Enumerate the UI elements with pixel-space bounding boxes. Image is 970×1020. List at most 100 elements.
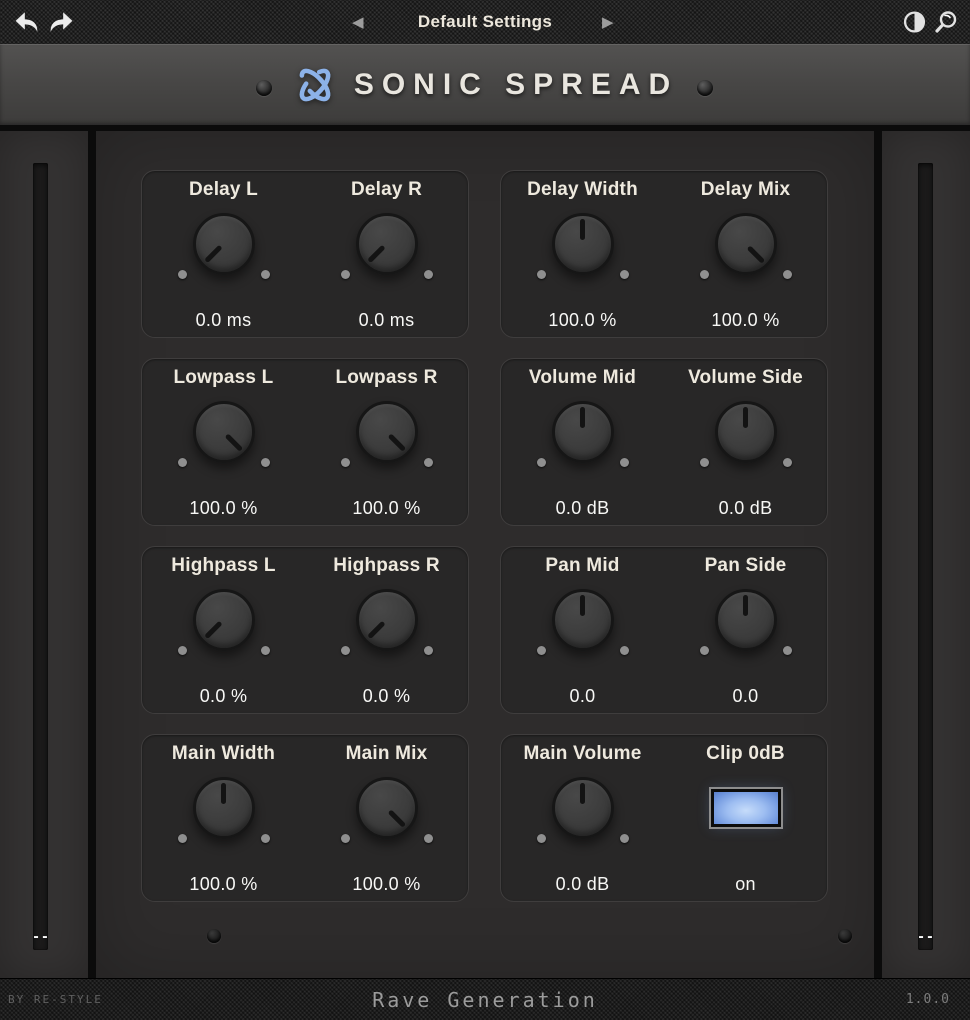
screw-icon xyxy=(256,80,272,96)
knob-min-dot xyxy=(178,834,187,843)
param-value: 100.0 % xyxy=(142,498,305,519)
knob-min-dot xyxy=(537,834,546,843)
left-meter-panel: -- xyxy=(0,131,88,978)
zoom-button[interactable] xyxy=(934,10,958,34)
plugin-title: SONIC SPREAD xyxy=(354,68,678,102)
param-delay-r: Delay R 0.0 ms xyxy=(305,171,468,337)
panel-main-width-mix: Main Width 100.0 % Main Mix 100.0 % xyxy=(141,734,469,902)
lowpass-r-knob[interactable] xyxy=(356,401,418,463)
param-delay-width: Delay Width 100.0 % xyxy=(501,171,664,337)
knob-min-dot xyxy=(178,646,187,655)
brand-logo-icon xyxy=(292,56,338,114)
knob-pointer xyxy=(555,404,611,460)
knob-min-dot xyxy=(341,834,350,843)
volume-mid-knob[interactable] xyxy=(552,401,614,463)
delay-l-knob[interactable] xyxy=(193,213,255,275)
param-label: Lowpass R xyxy=(305,367,468,389)
knob-min-dot xyxy=(537,646,546,655)
knob-max-dot xyxy=(424,646,433,655)
knob-max-dot xyxy=(424,834,433,843)
param-value: 100.0 % xyxy=(305,498,468,519)
highpass-l-knob[interactable] xyxy=(193,589,255,651)
screw-icon xyxy=(207,929,221,943)
param-value: 0.0 xyxy=(501,686,664,707)
panel-delay-width-mix: Delay Width 100.0 % Delay Mix 100.0 % xyxy=(500,170,828,338)
clip-0db-toggle-button[interactable] xyxy=(711,789,781,827)
param-value: 0.0 xyxy=(664,686,827,707)
param-value: on xyxy=(664,874,827,895)
knob-pointer xyxy=(718,404,774,460)
param-label: Highpass L xyxy=(142,555,305,577)
volume-side-knob[interactable] xyxy=(715,401,777,463)
knob-pointer xyxy=(347,392,426,471)
main-mix-knob[interactable] xyxy=(356,777,418,839)
main-width-knob[interactable] xyxy=(193,777,255,839)
product-name: Rave Generation xyxy=(0,979,970,1020)
preset-name[interactable]: Default Settings xyxy=(0,0,970,44)
knob-pointer xyxy=(184,580,263,659)
param-label: Volume Side xyxy=(664,367,827,389)
knob-pointer xyxy=(706,204,785,283)
contrast-icon xyxy=(903,11,926,34)
param-value: 100.0 % xyxy=(305,874,468,895)
preset-next-button[interactable]: ▶ xyxy=(602,0,614,44)
screw-icon xyxy=(838,929,852,943)
knob-pointer xyxy=(555,592,611,648)
knob-pointer xyxy=(196,780,252,836)
delay-mix-knob[interactable] xyxy=(715,213,777,275)
lowpass-l-knob[interactable] xyxy=(193,401,255,463)
panel-highpass: Highpass L 0.0 % Highpass R 0.0 % xyxy=(141,546,469,714)
param-value: 100.0 % xyxy=(664,310,827,331)
main-volume-knob[interactable] xyxy=(552,777,614,839)
top-toolbar: ◀ Default Settings ▶ xyxy=(0,0,970,45)
param-label: Highpass R xyxy=(305,555,468,577)
param-value: 0.0 ms xyxy=(305,310,468,331)
param-value: 0.0 dB xyxy=(501,498,664,519)
param-highpass-r: Highpass R 0.0 % xyxy=(305,547,468,713)
knob-max-dot xyxy=(620,458,629,467)
screw-icon xyxy=(697,80,713,96)
panel-delay-time: Delay L 0.0 ms Delay R 0.0 ms xyxy=(141,170,469,338)
knob-max-dot xyxy=(620,646,629,655)
delay-width-knob[interactable] xyxy=(552,213,614,275)
knob-pointer xyxy=(347,768,426,847)
knob-min-dot xyxy=(700,270,709,279)
pan-side-knob[interactable] xyxy=(715,589,777,651)
magnifier-icon xyxy=(934,10,958,34)
knob-pointer xyxy=(184,204,263,283)
panel-main-volume-clip: Main Volume 0.0 dB Clip 0dB on xyxy=(500,734,828,902)
param-label: Delay Mix xyxy=(664,179,827,201)
param-value: 100.0 % xyxy=(142,874,305,895)
knob-min-dot xyxy=(700,458,709,467)
contrast-toggle-button[interactable] xyxy=(903,11,926,34)
knob-max-dot xyxy=(261,270,270,279)
knob-pointer xyxy=(347,204,426,283)
vertical-divider xyxy=(88,131,96,978)
knob-pointer xyxy=(347,580,426,659)
knob-max-dot xyxy=(261,834,270,843)
highpass-r-knob[interactable] xyxy=(356,589,418,651)
param-delay-l: Delay L 0.0 ms xyxy=(142,171,305,337)
param-volume-mid: Volume Mid 0.0 dB xyxy=(501,359,664,525)
knob-max-dot xyxy=(424,458,433,467)
param-main-mix: Main Mix 100.0 % xyxy=(305,735,468,901)
knob-min-dot xyxy=(341,458,350,467)
knob-max-dot xyxy=(261,458,270,467)
param-label: Main Width xyxy=(142,743,305,765)
knob-pointer xyxy=(555,216,611,272)
knob-min-dot xyxy=(341,270,350,279)
param-main-volume: Main Volume 0.0 dB xyxy=(501,735,664,901)
header: SONIC SPREAD xyxy=(0,44,970,125)
param-lowpass-l: Lowpass L 100.0 % xyxy=(142,359,305,525)
knob-pointer xyxy=(555,780,611,836)
param-label: Delay Width xyxy=(501,179,664,201)
pan-mid-knob[interactable] xyxy=(552,589,614,651)
knob-max-dot xyxy=(783,270,792,279)
param-pan-side: Pan Side 0.0 xyxy=(664,547,827,713)
delay-r-knob[interactable] xyxy=(356,213,418,275)
bottom-bar: BY RE-STYLE Rave Generation 1.0.0 xyxy=(0,978,970,1020)
knob-max-dot xyxy=(783,646,792,655)
param-delay-mix: Delay Mix 100.0 % xyxy=(664,171,827,337)
left-meter-readout: -- xyxy=(24,930,58,945)
param-label: Delay L xyxy=(142,179,305,201)
